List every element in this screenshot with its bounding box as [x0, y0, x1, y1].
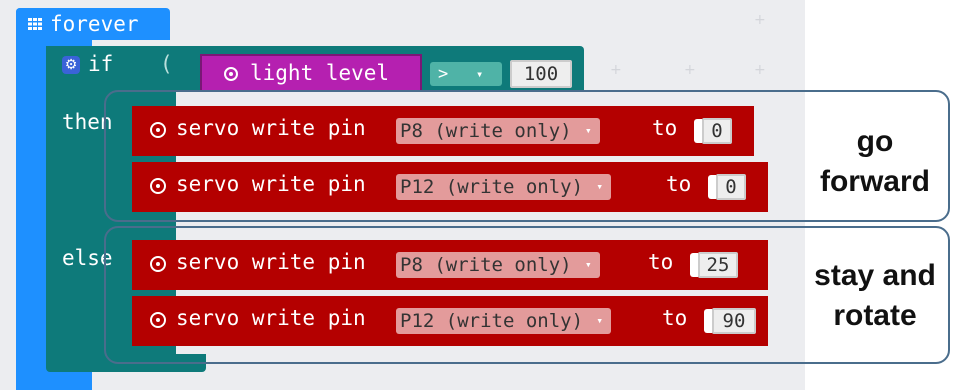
- forever-block[interactable]: forever: [16, 8, 170, 40]
- light-level-label: light level: [250, 61, 390, 85]
- chevron-down-icon: ▾: [476, 67, 484, 81]
- grid-plus: +: [754, 12, 766, 28]
- light-level-block[interactable]: light level: [200, 54, 422, 92]
- else-annotation: stay and rotate: [790, 256, 957, 336]
- forever-label: forever: [50, 12, 139, 36]
- gear-icon[interactable]: ⚙: [62, 56, 80, 74]
- else-note-line2: rotate: [833, 299, 917, 332]
- then-annotation: go forward: [790, 122, 957, 202]
- then-note-line1: go: [856, 125, 894, 158]
- grid-plus: +: [684, 62, 696, 78]
- if-label: if: [88, 52, 114, 76]
- else-note-line1: stay and: [814, 259, 936, 292]
- then-note-line2: forward: [819, 165, 930, 198]
- threshold-input[interactable]: 100: [510, 60, 572, 88]
- paren-icon: (: [160, 52, 173, 76]
- operator-value: >: [438, 64, 449, 84]
- sensor-icon: [224, 67, 238, 81]
- grid-icon: [28, 18, 42, 30]
- grid-plus: +: [610, 62, 622, 78]
- grid-plus: +: [754, 62, 766, 78]
- operator-dropdown[interactable]: > ▾: [430, 62, 502, 86]
